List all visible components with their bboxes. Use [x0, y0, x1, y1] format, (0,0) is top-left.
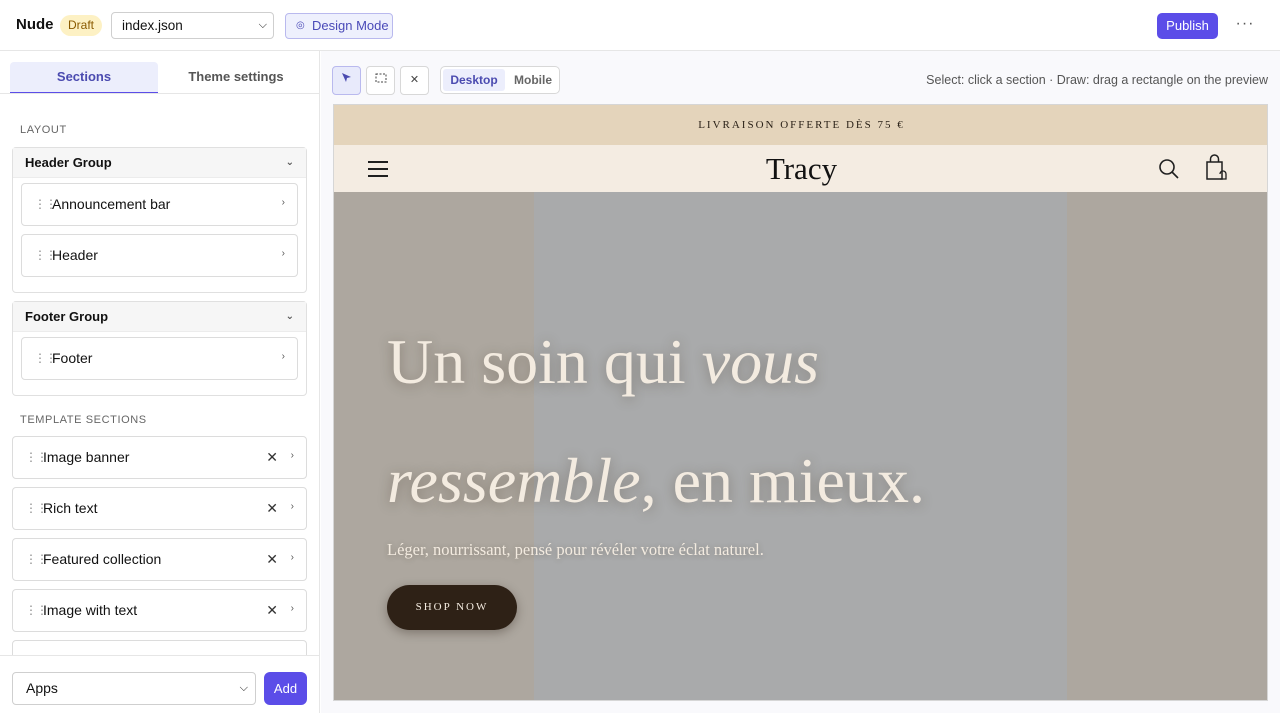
chevron-down-icon: ⌄ [285, 311, 294, 322]
chevron-down-icon: ⌵ [258, 19, 267, 31]
shop-now-button[interactable]: SHOP NOW [387, 585, 517, 630]
sidebar-tabs: Sections Theme settings [10, 62, 310, 95]
search-icon[interactable] [1158, 158, 1180, 180]
chevron-right-icon: › [290, 603, 294, 614]
footer-group-title: Footer Group [25, 309, 109, 324]
hero-subtext: Léger, nourrissant, pensé pour révéler v… [387, 540, 764, 559]
chevron-right-icon: › [290, 552, 294, 563]
add-section-bar: Apps ⌵ Add [0, 655, 319, 713]
announcement-bar[interactable]: LIVRAISON OFFERTE DÈS 75 € [334, 105, 1267, 145]
template-sections-label: TEMPLATE SECTIONS [20, 414, 147, 426]
section-item-label: Rich text [43, 500, 98, 516]
section-item-label: Announcement bar [52, 196, 171, 212]
more-options-icon[interactable]: ··· [1235, 12, 1255, 36]
design-mode-label: Design Mode [312, 18, 389, 33]
hero-heading: Un soin qui vous ressemble, en mieux. [387, 302, 1087, 540]
viewport-switch: Desktop Mobile [440, 66, 560, 94]
draft-badge: Draft [60, 15, 103, 36]
publish-button[interactable]: Publish [1157, 13, 1218, 39]
design-mode-icon: ◎ [296, 20, 305, 31]
clear-selection-button[interactable]: ✕ [400, 66, 429, 95]
footer-group-toggle[interactable]: Footer Group ⌄ [13, 302, 306, 332]
section-item-featured-collection[interactable]: ⋮⋮ Featured collection ✕ › [12, 538, 307, 581]
template-file-value: index.json [122, 18, 183, 33]
hero-heading-italic: ressemble [387, 445, 641, 516]
store-header[interactable]: Tracy [334, 145, 1267, 192]
storefront-preview[interactable]: LIVRAISON OFFERTE DÈS 75 € Tracy Un soin… [333, 104, 1268, 701]
top-bar: Nude Draft index.json ⌵ ◎ Design Mode Pu… [0, 0, 1280, 51]
apps-select[interactable]: Apps ⌵ [12, 672, 256, 705]
hero-heading-part: , en mieux. [640, 445, 925, 516]
remove-section-icon[interactable]: ✕ [266, 551, 278, 568]
viewport-desktop-button[interactable]: Desktop [443, 69, 505, 91]
cart-bag-icon[interactable] [1204, 154, 1230, 182]
hero-heading-italic: vous [701, 326, 819, 397]
tab-theme-settings[interactable]: Theme settings [162, 62, 310, 94]
section-item-image-banner[interactable]: ⋮⋮ Image banner ✕ › [12, 436, 307, 479]
header-group-title: Header Group [25, 155, 112, 170]
remove-section-icon[interactable]: ✕ [266, 602, 278, 619]
remove-section-icon[interactable]: ✕ [266, 500, 278, 517]
chevron-down-icon: ⌵ [239, 682, 248, 694]
sections-sidebar: Sections Theme settings LAYOUT Header Gr… [0, 51, 320, 713]
add-section-button[interactable]: Add [264, 672, 307, 705]
chevron-right-icon: › [281, 248, 285, 259]
section-item-rich-text[interactable]: ⋮⋮ Rich text ✕ › [12, 487, 307, 530]
design-mode-button[interactable]: ◎ Design Mode [285, 13, 393, 39]
select-tool-button[interactable] [332, 66, 361, 95]
header-group: Header Group ⌄ ⋮⋮ Announcement bar › ⋮⋮ … [12, 147, 307, 293]
section-item-label: Header [52, 247, 98, 263]
store-logo[interactable]: Tracy [334, 151, 1267, 187]
hero-heading-part: Un soin qui [387, 326, 702, 397]
section-item-image-with-text[interactable]: ⋮⋮ Image with text ✕ › [12, 589, 307, 632]
section-item-label: Featured collection [43, 551, 162, 567]
remove-section-icon[interactable]: ✕ [266, 449, 278, 466]
header-group-toggle[interactable]: Header Group ⌄ [13, 148, 306, 178]
chevron-right-icon: › [281, 197, 285, 208]
tool-hint: Select: click a section · Draw: drag a r… [926, 73, 1268, 87]
section-item-label: Image with text [43, 602, 138, 618]
marquee-icon [375, 73, 386, 83]
chevron-right-icon: › [290, 450, 294, 461]
apps-select-value: Apps [26, 680, 58, 696]
section-item-label: Footer [52, 350, 93, 366]
store-name: Nude [16, 16, 54, 33]
close-icon: ✕ [409, 74, 420, 86]
draw-rectangle-tool-button[interactable] [366, 66, 395, 95]
chevron-right-icon: › [281, 351, 285, 362]
section-item-announcement-bar[interactable]: ⋮⋮ Announcement bar › [21, 183, 298, 226]
section-item-header[interactable]: ⋮⋮ Header › [21, 234, 298, 277]
footer-group: Footer Group ⌄ ⋮⋮ Footer › [12, 301, 307, 396]
chevron-right-icon: › [290, 501, 294, 512]
cursor-icon [342, 73, 351, 82]
section-item-footer[interactable]: ⋮⋮ Footer › [21, 337, 298, 380]
viewport-mobile-button[interactable]: Mobile [509, 69, 557, 91]
template-file-select[interactable]: index.json ⌵ [111, 12, 274, 39]
editor-canvas: ✕ Desktop Mobile Select: click a section… [321, 51, 1280, 713]
section-item-label: Image banner [43, 449, 130, 465]
tabs-divider [0, 93, 319, 94]
tab-sections[interactable]: Sections [10, 62, 158, 94]
layout-label: LAYOUT [20, 124, 67, 136]
chevron-down-icon: ⌄ [285, 157, 294, 168]
image-banner[interactable]: Un soin qui vous ressemble, en mieux. Lé… [334, 192, 1267, 700]
